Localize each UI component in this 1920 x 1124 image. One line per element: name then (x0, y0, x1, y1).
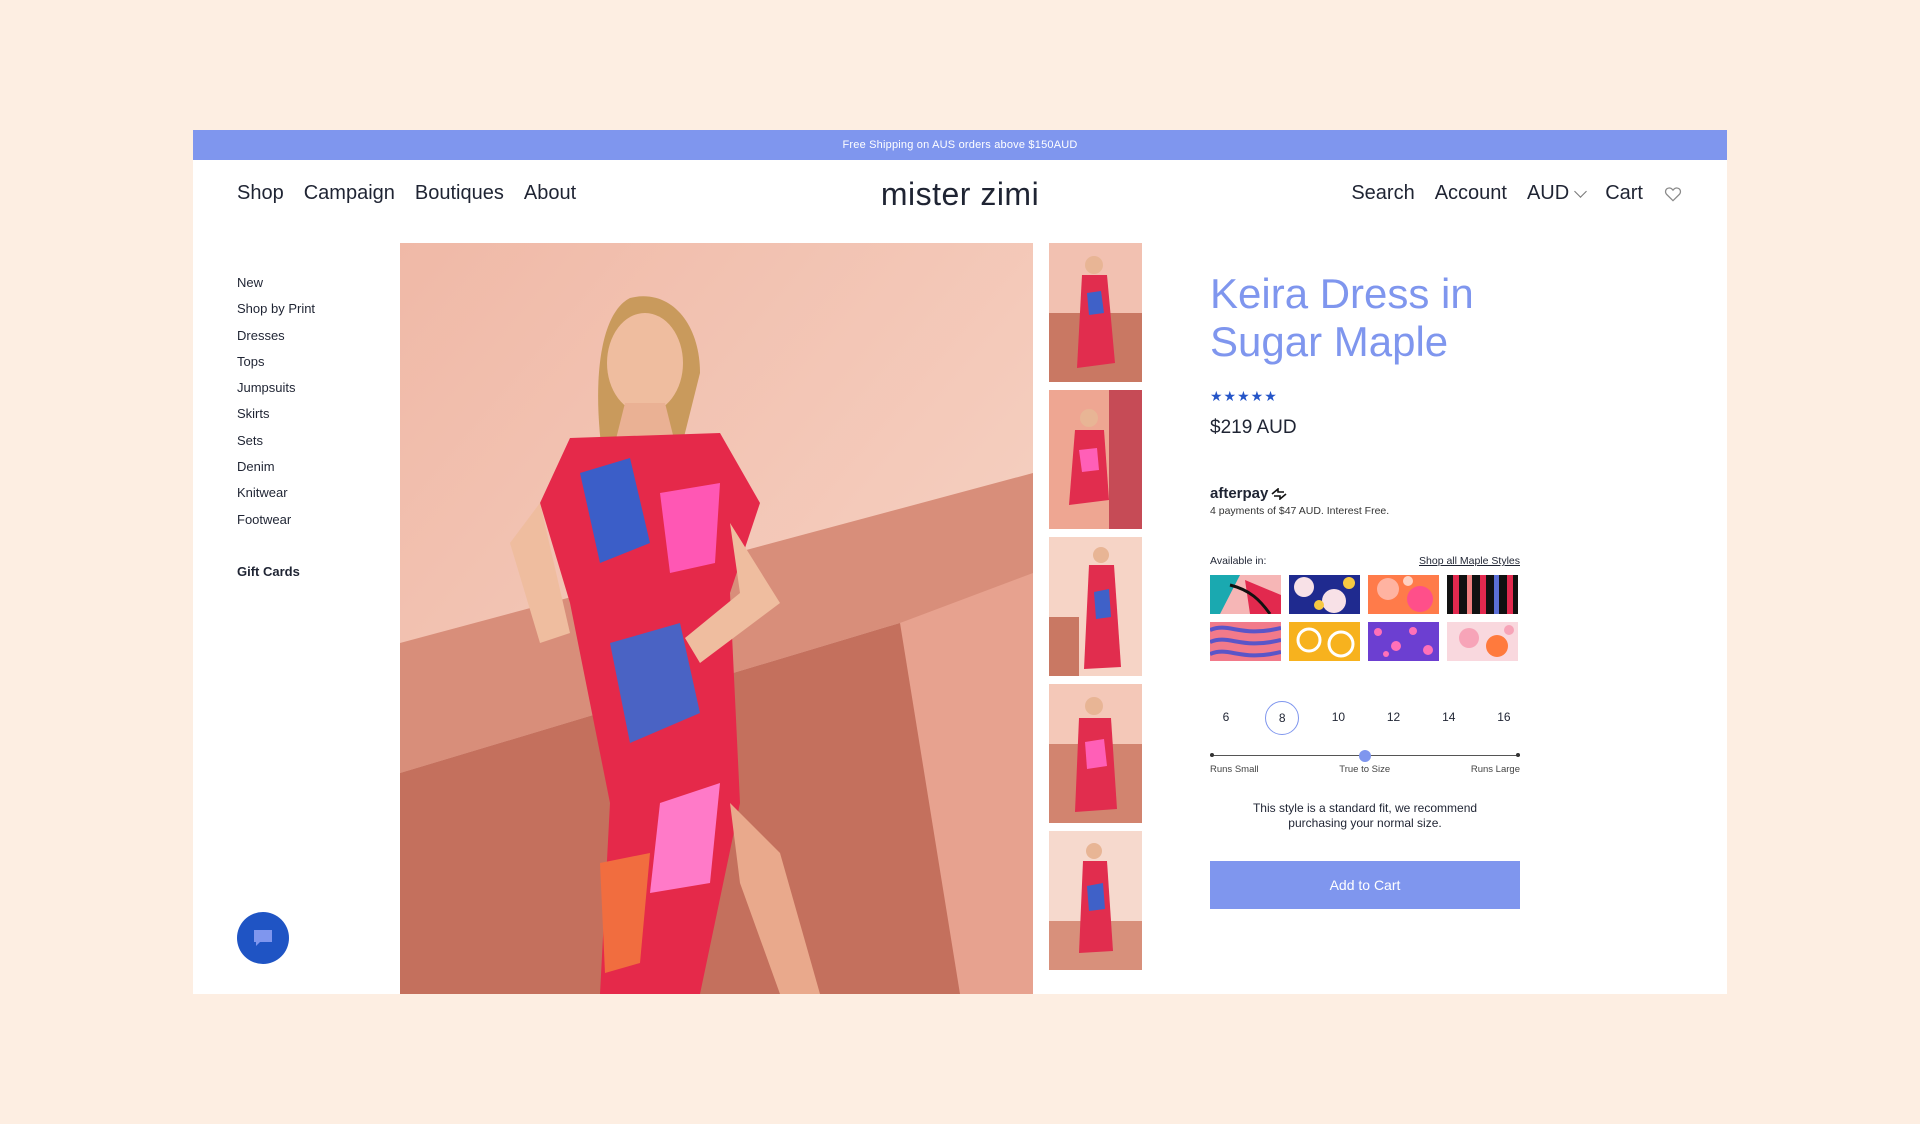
thumbnail-photo (1049, 537, 1142, 676)
size-option[interactable]: 16 (1488, 701, 1520, 733)
product-title-line1: Keira Dress in (1210, 270, 1474, 317)
sidebar-item-jumpsuits[interactable]: Jumpsuits (237, 380, 315, 406)
swatch-pattern (1368, 622, 1439, 661)
afterpay-brand: afterpay (1210, 485, 1269, 502)
thumbnail-image[interactable] (1049, 390, 1142, 529)
product-title-line2: Sugar Maple (1210, 318, 1449, 365)
wishlist-heart-icon[interactable] (1663, 184, 1683, 204)
afterpay-note: 4 payments of $47 AUD. Interest Free. (1210, 505, 1390, 517)
fit-scale-start (1210, 753, 1214, 757)
thumbnail-image[interactable] (1049, 243, 1142, 382)
afterpay-arrows-icon (1271, 487, 1287, 500)
swatch-print[interactable] (1289, 622, 1360, 661)
currency-select[interactable]: AUD (1526, 182, 1588, 205)
thumbnail-photo (1049, 243, 1142, 382)
currency-label: AUD (1526, 182, 1570, 204)
sidebar-item-tops[interactable]: Tops (237, 354, 315, 380)
chevron-down-icon (1574, 184, 1588, 198)
size-option[interactable]: 6 (1210, 701, 1242, 733)
sidebar-item-sets[interactable]: Sets (237, 433, 315, 459)
product-title: Keira Dress in Sugar Maple (1210, 270, 1520, 366)
chat-button[interactable] (237, 912, 289, 964)
sidebar-item-dresses[interactable]: Dresses (237, 328, 315, 354)
swatch-print[interactable] (1368, 575, 1439, 614)
rating-stars[interactable]: ★★★★★ (1210, 388, 1520, 405)
swatch-print[interactable] (1447, 622, 1518, 661)
thumbnail-image[interactable] (1049, 537, 1142, 676)
fit-label-small: Runs Small (1210, 764, 1259, 775)
sidebar-item-gift-cards[interactable]: Gift Cards (237, 564, 315, 579)
available-label: Available in: (1210, 555, 1267, 567)
nav-search[interactable]: Search (1351, 182, 1414, 205)
browser-page: Free Shipping on AUS orders above $150AU… (193, 130, 1727, 994)
sidebar-item-skirts[interactable]: Skirts (237, 406, 315, 432)
swatch-pattern (1447, 622, 1518, 661)
category-sidebar: New Shop by Print Dresses Tops Jumpsuits… (237, 275, 315, 579)
print-swatches (1210, 575, 1520, 661)
size-selector: 6 8 10 12 14 16 (1210, 701, 1520, 735)
model-photo (400, 243, 1033, 994)
thumbnail-image[interactable] (1049, 684, 1142, 823)
shop-all-maple-link[interactable]: Shop all Maple Styles (1419, 555, 1520, 567)
size-option[interactable]: 10 (1322, 701, 1354, 733)
size-option[interactable]: 12 (1378, 701, 1410, 733)
sidebar-item-denim[interactable]: Denim (237, 459, 315, 485)
fit-label-large: Runs Large (1470, 764, 1520, 775)
swatch-print[interactable] (1210, 622, 1281, 661)
nav-account[interactable]: Account (1435, 182, 1507, 205)
swatch-pattern (1210, 575, 1281, 614)
promo-banner: Free Shipping on AUS orders above $150AU… (193, 130, 1727, 160)
size-option[interactable]: 14 (1433, 701, 1465, 733)
sidebar-item-knitwear[interactable]: Knitwear (237, 485, 315, 511)
swatch-pattern (1368, 575, 1439, 614)
thumbnail-photo (1049, 390, 1142, 529)
add-to-cart-button[interactable]: Add to Cart (1210, 861, 1520, 909)
nav-cart[interactable]: Cart (1605, 182, 1643, 205)
promo-text: Free Shipping on AUS orders above $150AU… (842, 139, 1078, 151)
swatch-print[interactable] (1447, 575, 1518, 614)
thumbnail-strip (1049, 243, 1142, 978)
chat-bubble-icon (254, 930, 272, 946)
thumbnail-image[interactable] (1049, 831, 1142, 970)
sidebar-item-new[interactable]: New (237, 275, 315, 301)
swatch-pattern (1289, 575, 1360, 614)
thumbnail-photo (1049, 684, 1142, 823)
swatch-pattern (1210, 622, 1281, 661)
top-navigation: Shop Campaign Boutiques About mister zim… (193, 160, 1727, 228)
product-main-image[interactable] (400, 243, 1033, 994)
product-price: $219 AUD (1210, 417, 1297, 438)
swatch-print[interactable] (1210, 575, 1281, 614)
fit-recommendation: This style is a standard fit, we recomme… (1252, 801, 1478, 830)
swatch-print[interactable] (1368, 622, 1439, 661)
fit-label-true: True to Size (1339, 764, 1391, 775)
sidebar-item-footwear[interactable]: Footwear (237, 512, 315, 538)
swatch-print[interactable] (1289, 575, 1360, 614)
swatch-pattern (1447, 575, 1518, 614)
available-in-row: Available in: Shop all Maple Styles (1210, 555, 1520, 567)
fit-scale (1210, 749, 1520, 763)
fit-scale-marker (1359, 750, 1371, 762)
fit-scale-end (1516, 753, 1520, 757)
fit-labels: Runs Small True to Size Runs Large (1210, 764, 1520, 775)
sidebar-item-shop-by-print[interactable]: Shop by Print (237, 301, 315, 327)
swatch-pattern (1289, 622, 1360, 661)
product-details: Keira Dress in Sugar Maple ★★★★★ $219 AU… (1210, 270, 1520, 909)
afterpay-logo: afterpay (1210, 485, 1520, 502)
size-option-selected[interactable]: 8 (1265, 701, 1300, 735)
nav-right: Search Account AUD Cart (1351, 182, 1683, 205)
thumbnail-photo (1049, 831, 1142, 970)
